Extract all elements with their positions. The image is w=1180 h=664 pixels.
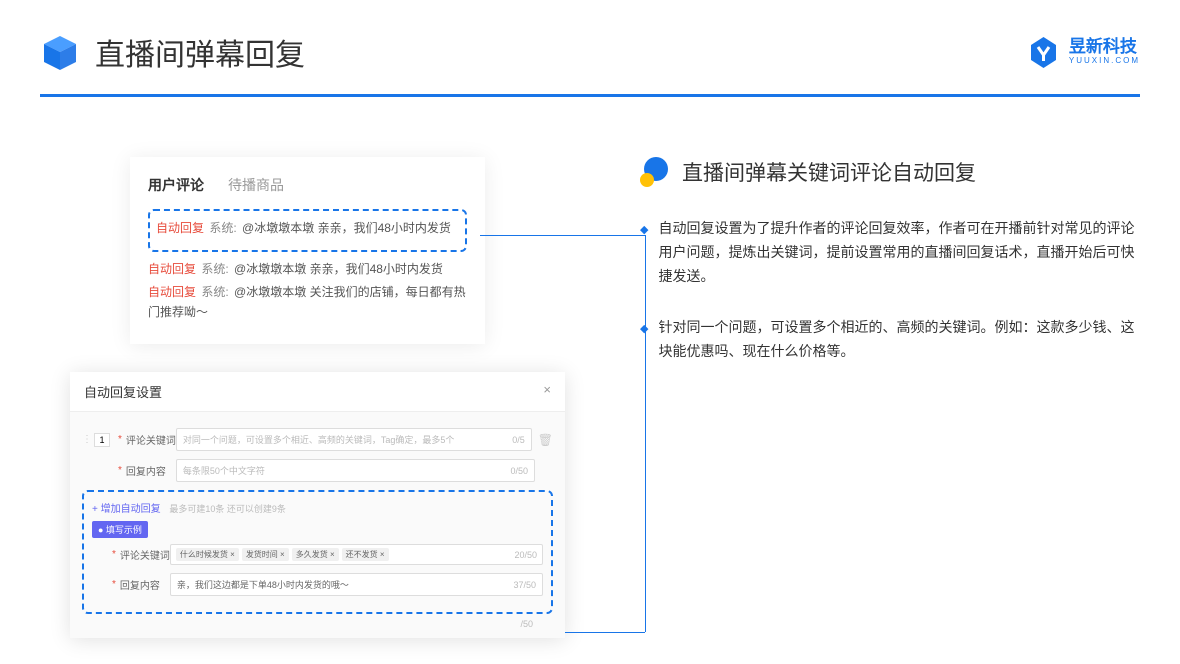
tag[interactable]: 多久发货 × — [292, 548, 339, 561]
example-keyword-tags[interactable]: 什么时候发货 × 发货时间 × 多久发货 × 还不发货 × 20/50 — [170, 544, 543, 565]
bullet-item: ◆ 针对同一个问题，可设置多个相近的、高频的关键词。例如：这款多少钱、这块能优惠… — [640, 316, 1140, 364]
cube-icon — [40, 32, 80, 72]
auto-reply-settings-panel: 自动回复设置 × ⋮⋮ 1 * 评论关键词 对同一个问题，可设置多个相近、高频的… — [70, 372, 565, 638]
screenshot-illustration: 用户评论 待播商品 自动回复 系统: @冰墩墩本墩 亲亲，我们48小时内发货 自… — [130, 157, 570, 392]
dialog-title: 自动回复设置 — [84, 382, 162, 401]
bullet-item: ◆ 自动回复设置为了提升作者的评论回复效率，作者可在开播前针对常见的评论用户问题… — [640, 217, 1140, 288]
required-icon: * — [118, 465, 122, 476]
delete-icon[interactable]: 🗑 — [538, 433, 553, 447]
required-icon: * — [118, 434, 122, 445]
index-number: 1 — [94, 433, 110, 447]
comment-row: 自动回复 系统: @冰墩墩本墩 亲亲，我们48小时内发货 — [148, 260, 467, 279]
brand-name-en: YUUXIN.COM — [1069, 57, 1140, 66]
content-label: 回复内容 — [126, 463, 176, 478]
tab-pending-products[interactable]: 待播商品 — [228, 175, 284, 195]
description-section: 直播间弹幕关键词评论自动回复 ◆ 自动回复设置为了提升作者的评论回复效率，作者可… — [570, 157, 1140, 392]
footer-counter: /50 — [520, 619, 533, 629]
page-title: 直播间弹幕回复 — [95, 30, 1026, 74]
example-badge: ● 填写示例 — [92, 521, 148, 538]
section-heading: 直播间弹幕关键词评论自动回复 — [682, 157, 976, 187]
add-reply-link[interactable]: + 增加自动回复 最多可建10条 还可以创建9条 — [92, 500, 543, 515]
connector-line — [565, 632, 645, 633]
keyword-input[interactable]: 对同一个问题，可设置多个相近、高频的关键词，Tag确定，最多5个 0/5 — [176, 428, 532, 451]
drag-handle-icon[interactable]: ⋮⋮ — [82, 434, 94, 445]
comment-row: 自动回复 系统: @冰墩墩本墩 关注我们的店铺，每日都有热门推荐呦～ — [148, 283, 467, 321]
header-divider — [40, 94, 1140, 97]
content-input[interactable]: 每条限50个中文字符 0/50 — [176, 459, 535, 482]
example-content-input[interactable]: 亲，我们这边都是下单48小时内发货的哦～ 37/50 — [170, 573, 543, 596]
brand-icon — [1026, 35, 1061, 70]
connector-line — [645, 235, 646, 632]
brand-logo: 昱新科技 YUUXIN.COM — [1026, 35, 1140, 70]
tag[interactable]: 还不发货 × — [342, 548, 389, 561]
tag[interactable]: 什么时候发货 × — [176, 548, 239, 561]
example-highlight-box: + 增加自动回复 最多可建10条 还可以创建9条 ● 填写示例 * 评论关键词 … — [82, 490, 553, 614]
close-icon[interactable]: × — [543, 382, 551, 401]
connector-line — [480, 235, 645, 236]
bubble-icon — [640, 157, 670, 187]
brand-name-cn: 昱新科技 — [1069, 38, 1140, 57]
comment-row: 自动回复 系统: @冰墩墩本墩 亲亲，我们48小时内发货 — [156, 219, 459, 238]
highlighted-comment: 自动回复 系统: @冰墩墩本墩 亲亲，我们48小时内发货 — [148, 209, 467, 252]
tab-user-comments[interactable]: 用户评论 — [148, 175, 204, 195]
keyword-label: 评论关键词 — [126, 432, 176, 447]
page-header: 直播间弹幕回复 昱新科技 YUUXIN.COM — [0, 0, 1180, 94]
tag[interactable]: 发货时间 × — [242, 548, 289, 561]
comments-panel: 用户评论 待播商品 自动回复 系统: @冰墩墩本墩 亲亲，我们48小时内发货 自… — [130, 157, 485, 344]
